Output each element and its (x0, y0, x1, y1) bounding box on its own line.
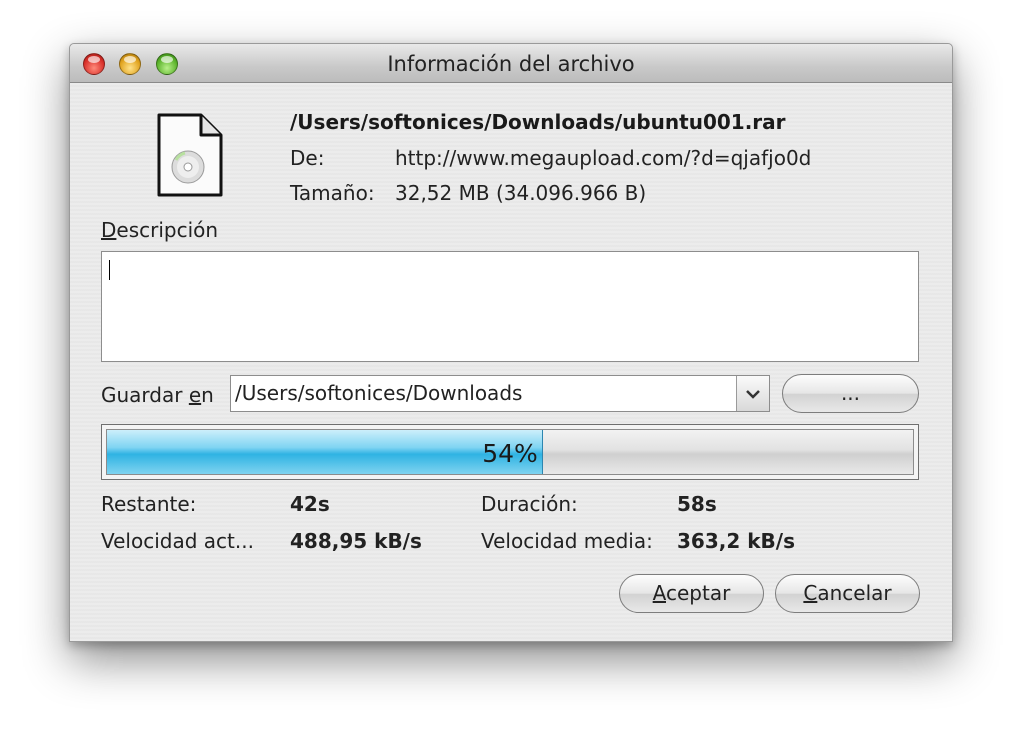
file-path: /Users/softonices/Downloads/ubuntu001.ra… (290, 110, 786, 134)
source-label: De: (290, 146, 325, 170)
current-speed-value: 488,95 kB/s (290, 529, 422, 553)
current-speed-label: Velocidad act... (101, 529, 254, 553)
save-path-combobox[interactable]: /Users/softonices/Downloads (230, 375, 770, 412)
disc-file-icon (157, 113, 223, 197)
browse-button[interactable]: ... (782, 374, 919, 413)
chevron-down-icon[interactable] (736, 376, 769, 411)
text-caret (109, 260, 110, 280)
cancel-button[interactable]: Cancelar (775, 574, 920, 613)
duration-value: 58s (677, 492, 717, 516)
save-in-label: Guardar en (101, 383, 214, 407)
download-progress-bar: 54% (101, 424, 919, 480)
duration-label: Duración: (481, 492, 578, 516)
size-value: 32,52 MB (34.096.966 B) (395, 181, 647, 205)
remaining-label: Restante: (101, 492, 197, 516)
window-title: Información del archivo (387, 52, 635, 76)
description-label: Descripción (101, 218, 219, 242)
average-speed-value: 363,2 kB/s (677, 529, 795, 553)
description-textarea[interactable] (101, 251, 919, 362)
file-info-dialog: Información del archivo /Users/softonice… (69, 43, 953, 642)
progress-track: 54% (106, 429, 914, 475)
save-path-value[interactable]: /Users/softonices/Downloads (235, 381, 522, 405)
source-url: http://www.megaupload.com/?d=qjafjo0d (395, 146, 812, 170)
remaining-value: 42s (290, 492, 330, 516)
accept-button[interactable]: Aceptar (619, 574, 764, 613)
size-label: Tamaño: (290, 181, 375, 205)
title-bar[interactable]: Información del archivo (70, 44, 952, 83)
progress-percent: 54% (482, 439, 538, 468)
average-speed-label: Velocidad media: (481, 529, 653, 553)
